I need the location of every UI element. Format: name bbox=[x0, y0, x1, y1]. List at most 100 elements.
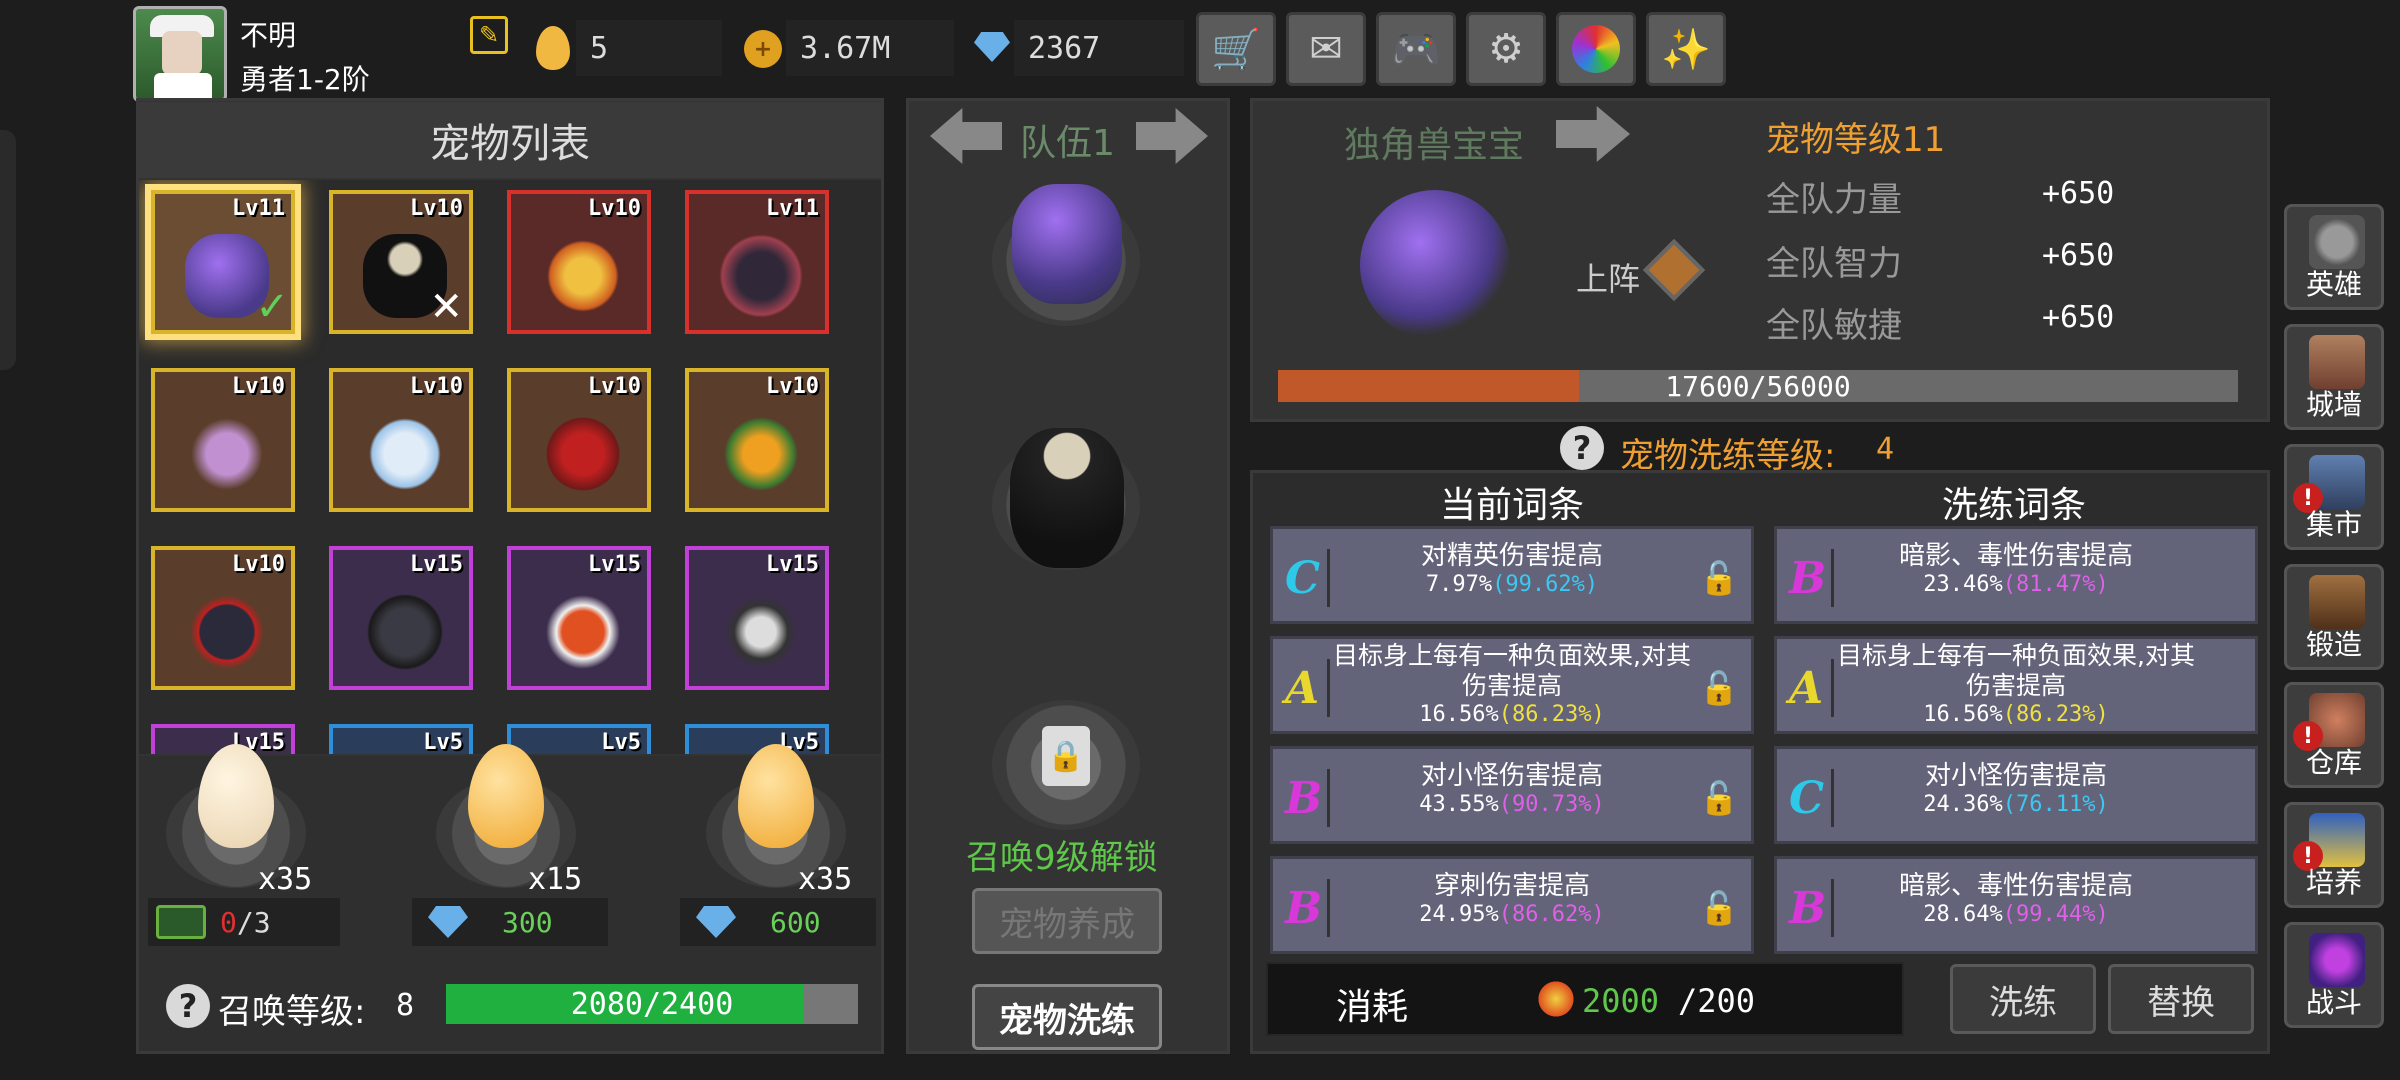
sidebar-item-1[interactable]: 城墙 bbox=[2284, 324, 2384, 430]
skull-pet-sprite bbox=[1010, 428, 1124, 568]
egg-cost-1[interactable]: 0/3 bbox=[148, 898, 340, 946]
diamond-icon bbox=[974, 32, 1010, 62]
player-avatar[interactable] bbox=[133, 6, 227, 102]
affix-grade: B bbox=[1789, 553, 1827, 604]
affix-value: 7.97% bbox=[1425, 572, 1493, 597]
unlock-icon[interactable]: 🔓 bbox=[1699, 777, 1739, 819]
pet-level-badge: Lv10 bbox=[766, 374, 819, 399]
egg-cost-2-value: 300 bbox=[502, 905, 553, 939]
pet-list-title: 宠物列表 bbox=[139, 102, 881, 178]
team-title: 队伍1 bbox=[1020, 123, 1115, 164]
unlock-icon[interactable]: 🔓 bbox=[1699, 667, 1739, 709]
affix-grade: B bbox=[1789, 883, 1827, 934]
gamepad-icon[interactable]: 🎮 bbox=[1376, 12, 1456, 86]
replace-button[interactable]: 替换 bbox=[2108, 964, 2254, 1034]
pet-level-badge: Lv10 bbox=[410, 374, 463, 399]
affix-divider bbox=[1327, 659, 1330, 717]
sidebar-item-5[interactable]: ! 培养 bbox=[2284, 802, 2384, 908]
pet-card[interactable]: Lv10 ✕ bbox=[329, 190, 473, 334]
sidebar-item-0[interactable]: 英雄 bbox=[2284, 204, 2384, 310]
pet-card[interactable]: Lv10 bbox=[329, 368, 473, 512]
sidebar-label: 培养 bbox=[2305, 866, 2362, 899]
pet-sprite bbox=[363, 590, 447, 674]
affix-text: 对小怪伤害提高 bbox=[1420, 761, 1603, 791]
egg-cost-3-value: 600 bbox=[770, 905, 821, 939]
pet-sprite bbox=[719, 234, 803, 318]
sidebar-label: 锻造 bbox=[2305, 628, 2362, 661]
edit-name-icon[interactable]: ✎ bbox=[470, 16, 508, 54]
egg-resource-icon bbox=[536, 26, 570, 70]
pet-card[interactable]: Lv10 bbox=[151, 368, 295, 512]
unicorn-pet-sprite bbox=[1012, 184, 1122, 304]
affix-text: 穿刺伤害提高 bbox=[1433, 871, 1590, 901]
firework-icon[interactable]: ✨ bbox=[1646, 12, 1726, 86]
gear-icon[interactable]: ⚙ bbox=[1466, 12, 1546, 86]
pet-card[interactable]: Lv15 bbox=[329, 546, 473, 690]
pet-card[interactable]: Lv10 bbox=[507, 190, 651, 334]
pet-card[interactable]: Lv10 bbox=[685, 368, 829, 512]
affix-grade: C bbox=[1285, 553, 1321, 604]
stat-value-agility: +650 bbox=[2042, 300, 2115, 335]
affix-value-line: 7.97%(99.62%) bbox=[1333, 571, 1691, 599]
affix-value: 24.95% bbox=[1419, 902, 1499, 927]
affix-range: (81.47%) bbox=[2002, 572, 2109, 597]
pet-sprite bbox=[719, 412, 803, 496]
cost-need: /200 bbox=[1678, 982, 1756, 1020]
refine-affix-title: 洗练词条 bbox=[1942, 485, 2087, 526]
pet-card[interactable]: Lv15 bbox=[685, 546, 829, 690]
pet-sprite bbox=[719, 590, 803, 674]
ad-count-current: 0 bbox=[220, 905, 237, 939]
pet-level-badge: Lv10 bbox=[588, 196, 641, 221]
pet-card[interactable]: Lv10 bbox=[507, 368, 651, 512]
cross-icon: ✕ bbox=[429, 284, 463, 330]
unlock-icon[interactable]: 🔓 bbox=[1699, 887, 1739, 929]
pet-sprite bbox=[363, 412, 447, 496]
player-name: 不明 bbox=[240, 19, 297, 52]
mail-icon[interactable]: ✉ bbox=[1286, 12, 1366, 86]
refine-help-icon[interactable]: ? bbox=[1560, 426, 1604, 470]
pet-card[interactable]: Lv10 bbox=[151, 546, 295, 690]
affix-divider bbox=[1327, 879, 1330, 937]
unlock-hint: 召唤9级解锁 bbox=[966, 838, 1158, 878]
affix-text: 暗影、毒性伤害提高 bbox=[1898, 541, 2133, 571]
sidebar-icon bbox=[2309, 215, 2365, 269]
affix-text: 对小怪伤害提高 bbox=[1924, 761, 2107, 791]
stat-label-agility: 全队敏捷 bbox=[1766, 306, 1902, 346]
pet-card[interactable]: Lv5 bbox=[507, 724, 651, 754]
affix-range: (86.62%) bbox=[1498, 902, 1605, 927]
affix-divider bbox=[1327, 769, 1330, 827]
pet-sprite bbox=[541, 590, 625, 674]
sidebar-item-6[interactable]: 战斗 bbox=[2284, 922, 2384, 1028]
equipped-check-icon: ✓ bbox=[255, 284, 289, 330]
pet-card[interactable]: Lv11 ✓ bbox=[151, 190, 295, 334]
deploy-label: 上阵 bbox=[1576, 260, 1641, 298]
affix-value-line: 24.95%(86.62%) bbox=[1333, 901, 1691, 929]
affix-value-line: 23.46%(81.47%) bbox=[1837, 571, 2195, 599]
unlock-icon[interactable]: 🔓 bbox=[1699, 557, 1739, 599]
sidebar-label: 集市 bbox=[2305, 508, 2362, 541]
affix-value: 16.56% bbox=[1923, 702, 2003, 727]
sidebar-item-4[interactable]: ! 仓库 bbox=[2284, 682, 2384, 788]
current-affix-card: A 目标身上每有一种负面效果,对其伤害提高 16.56%(86.23%) 🔓 bbox=[1270, 636, 1754, 734]
pet-refine-tab-button[interactable]: 宠物洗练 bbox=[972, 984, 1162, 1050]
help-icon[interactable]: ? bbox=[166, 984, 210, 1028]
sidebar-item-2[interactable]: ! 集市 bbox=[2284, 444, 2384, 550]
refine-button[interactable]: 洗练 bbox=[1950, 964, 2096, 1034]
pet-raise-button[interactable]: 宠物养成 bbox=[972, 888, 1162, 954]
pet-card[interactable]: Lv15 bbox=[507, 546, 651, 690]
pet-sprite bbox=[541, 412, 625, 496]
affix-value-line: 16.56%(86.23%) bbox=[1837, 701, 2195, 729]
egg-cost-2[interactable]: 300 bbox=[412, 898, 608, 946]
pet-level-badge: Lv10 bbox=[588, 374, 641, 399]
exp-bar: 17600/56000 bbox=[1278, 370, 2238, 403]
pet-card[interactable]: Lv5 bbox=[329, 724, 473, 754]
egg-cost-3[interactable]: 600 bbox=[680, 898, 876, 946]
color-wheel-icon[interactable] bbox=[1556, 12, 1636, 86]
pet-name: 独角兽宝宝 bbox=[1344, 125, 1525, 166]
shop-cart-icon[interactable]: 🛒 bbox=[1196, 12, 1276, 86]
pet-card[interactable]: Lv5 bbox=[685, 724, 829, 754]
sidebar-item-3[interactable]: 锻造 bbox=[2284, 564, 2384, 670]
pet-card[interactable]: Lv11 bbox=[685, 190, 829, 334]
affix-divider bbox=[1327, 549, 1330, 607]
egg-count-2: x15 bbox=[528, 862, 583, 897]
